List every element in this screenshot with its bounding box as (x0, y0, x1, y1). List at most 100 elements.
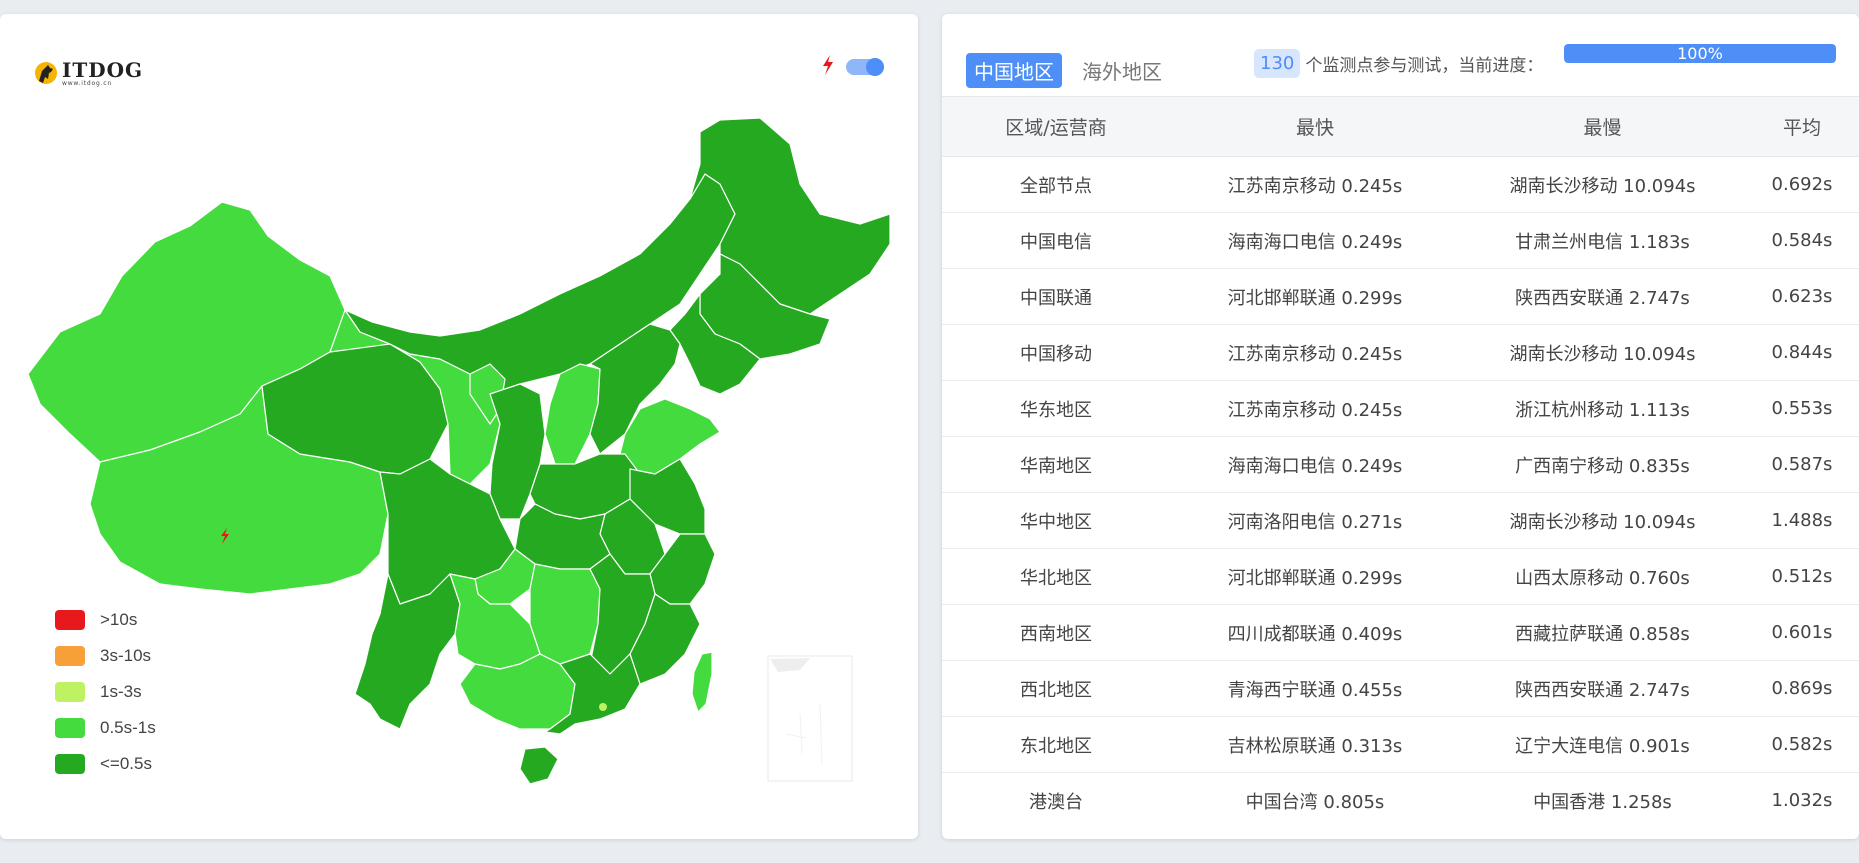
table-cell: 中国联通 (942, 268, 1170, 325)
tab-overseas[interactable]: 海外地区 (1074, 53, 1170, 88)
results-panel: 中国地区 海外地区 130 个监测点参与测试，当前进度： 区域/运营商 最快 最… (942, 14, 1859, 839)
table-cell: 中国移动 (942, 324, 1170, 381)
table-cell: 四川成都联通 0.409s (1170, 604, 1460, 661)
legend-label: 0.5s-1s (100, 718, 156, 737)
table-cell: 陕西西安联通 2.747s (1460, 660, 1745, 717)
table-cell: 山西太原移动 0.760s (1460, 548, 1745, 605)
results-table-body: 全部节点 江苏南京移动 0.245s 湖南长沙移动 10.094s 0.692s 中国电… (942, 156, 1859, 829)
column-header: 最慢 (1460, 96, 1745, 157)
legend-label: 1s-3s (100, 682, 142, 701)
table-row: 港澳台 中国台湾 0.805s 中国香港 1.258s 1.032s (942, 773, 1859, 829)
table-cell: 湖南长沙移动 10.094s (1460, 492, 1745, 549)
column-header: 区域/运营商 (942, 96, 1170, 157)
table-cell: 1.488s (1745, 492, 1859, 549)
table-cell: 0.844s (1745, 324, 1859, 381)
table-cell: 陕西西安联通 2.747s (1460, 268, 1745, 325)
table-cell: 中国香港 1.258s (1533, 791, 1672, 813)
table-row: 华中地区 河南洛阳电信 0.271s 湖南长沙移动 10.094s 1.488s (942, 492, 1859, 549)
table-cell: 全部节点 (942, 156, 1170, 213)
region-guangxi[interactable] (459, 653, 576, 730)
column-header: 平均 (1745, 96, 1859, 157)
region-hong-kong[interactable] (599, 703, 607, 711)
region-tabs: 中国地区 海外地区 (966, 53, 1182, 88)
table-cell: 1.032s (1771, 790, 1833, 812)
table-cell: 0.869s (1745, 660, 1859, 717)
legend-item: 1s-3s (55, 674, 156, 710)
table-row: 华南地区 海南海口电信 0.249s 广西南宁移动 0.835s 0.587s (942, 436, 1859, 493)
table-cell: 0.553s (1745, 380, 1859, 437)
table-cell: 广西南宁移动 0.835s (1460, 436, 1745, 493)
table-cell: 0.584s (1745, 212, 1859, 269)
table-cell: 江苏南京移动 0.245s (1170, 324, 1460, 381)
progress-label: 个监测点参与测试，当前进度： (1305, 56, 1544, 76)
table-cell: 华东地区 (942, 380, 1170, 437)
table-cell: 西藏拉萨联通 0.858s (1460, 604, 1745, 661)
table-cell: 吉林松原联通 0.313s (1170, 716, 1460, 773)
table-cell: 河北邯郸联通 0.299s (1170, 268, 1460, 325)
region-taiwan[interactable] (691, 651, 713, 713)
table-cell: 0.512s (1745, 548, 1859, 605)
table-row: 华北地区 河北邯郸联通 0.299s 山西太原移动 0.760s 0.512s (942, 548, 1859, 605)
table-cell: 西南地区 (942, 604, 1170, 661)
legend-swatch (55, 646, 85, 666)
table-cell: 辽宁大连电信 0.901s (1460, 716, 1745, 773)
legend-item: >10s (55, 602, 156, 638)
node-count-badge: 130 (1254, 49, 1301, 78)
results-table: 区域/运营商 最快 最慢 平均 全部节点 江苏南京移动 0.245s 湖南长沙移动 … (942, 96, 1859, 829)
table-cell: 浙江杭州移动 1.113s (1460, 380, 1745, 437)
table-row: 中国电信 海南海口电信 0.249s 甘肃兰州电信 1.183s 0.584s (942, 212, 1859, 269)
table-cell: 0.623s (1745, 268, 1859, 325)
table-row: 西南地区 四川成都联通 0.409s 西藏拉萨联通 0.858s 0.601s (942, 604, 1859, 661)
table-cell: 华北地区 (942, 548, 1170, 605)
table-row: 中国移动 江苏南京移动 0.245s 湖南长沙移动 10.094s 0.844s (942, 324, 1859, 381)
table-cell: 0.582s (1745, 716, 1859, 773)
table-cell: 0.692s (1745, 156, 1859, 213)
table-cell: 中国台湾 0.805s (1245, 791, 1385, 813)
table-cell: 江苏南京移动 0.245s (1170, 156, 1460, 213)
region-hainan[interactable] (519, 746, 559, 785)
table-cell: 东北地区 (942, 716, 1170, 773)
latency-legend: >10s 3s-10s 1s-3s 0.5s-1s <=0.5s (55, 602, 156, 782)
table-row: 西北地区 青海西宁联通 0.455s 陕西西安联通 2.747s 0.869s (942, 660, 1859, 717)
table-cell: 河北邯郸联通 0.299s (1170, 548, 1460, 605)
map-panel: ITDOG www.itdog.cn >10s 3s-10s 1s-3s 0.5… (0, 14, 918, 839)
legend-swatch (55, 754, 85, 774)
table-row: 华东地区 江苏南京移动 0.245s 浙江杭州移动 1.113s 0.553s (942, 380, 1859, 437)
progress-info: 130 个监测点参与测试，当前进度： (1254, 49, 1543, 78)
table-cell: 西北地区 (942, 660, 1170, 717)
legend-item: <=0.5s (55, 746, 156, 782)
table-cell: 华南地区 (942, 436, 1170, 493)
table-cell: 港澳台 (1029, 791, 1083, 813)
table-cell: 湖南长沙移动 10.094s (1460, 156, 1745, 213)
legend-swatch (55, 682, 85, 702)
legend-swatch (55, 610, 85, 630)
legend-item: 3s-10s (55, 638, 156, 674)
legend-label: 3s-10s (100, 646, 152, 665)
region-hunan[interactable] (529, 563, 601, 665)
table-cell: 湖南长沙移动 10.094s (1460, 324, 1745, 381)
column-header: 最快 (1170, 96, 1460, 157)
table-cell: 0.601s (1745, 604, 1859, 661)
legend-swatch (55, 718, 85, 738)
table-cell: 海南海口电信 0.249s (1170, 212, 1460, 269)
table-cell: 甘肃兰州电信 1.183s (1460, 212, 1745, 269)
tab-china[interactable]: 中国地区 (966, 53, 1062, 88)
table-row: 中国联通 河北邯郸联通 0.299s 陕西西安联通 2.747s 0.623s (942, 268, 1859, 325)
table-row: 东北地区 吉林松原联通 0.313s 辽宁大连电信 0.901s 0.582s (942, 716, 1859, 773)
table-header-row: 区域/运营商 最快 最慢 平均 (942, 96, 1859, 157)
legend-label: >10s (100, 610, 138, 629)
table-cell: 海南海口电信 0.249s (1170, 436, 1460, 493)
south-china-sea-inset (767, 655, 853, 782)
table-cell: 江苏南京移动 0.245s (1170, 380, 1460, 437)
table-cell: 青海西宁联通 0.455s (1170, 660, 1460, 717)
progress-bar: 100% (1564, 44, 1836, 63)
table-cell: 0.587s (1745, 436, 1859, 493)
progress-fill: 100% (1564, 44, 1836, 63)
table-cell: 中国电信 (942, 212, 1170, 269)
legend-label: <=0.5s (100, 754, 152, 773)
table-cell: 河南洛阳电信 0.271s (1170, 492, 1460, 549)
region-shanxi[interactable] (544, 363, 601, 465)
table-row: 全部节点 江苏南京移动 0.245s 湖南长沙移动 10.094s 0.692s (942, 156, 1859, 213)
legend-item: 0.5s-1s (55, 710, 156, 746)
table-cell: 华中地区 (942, 492, 1170, 549)
